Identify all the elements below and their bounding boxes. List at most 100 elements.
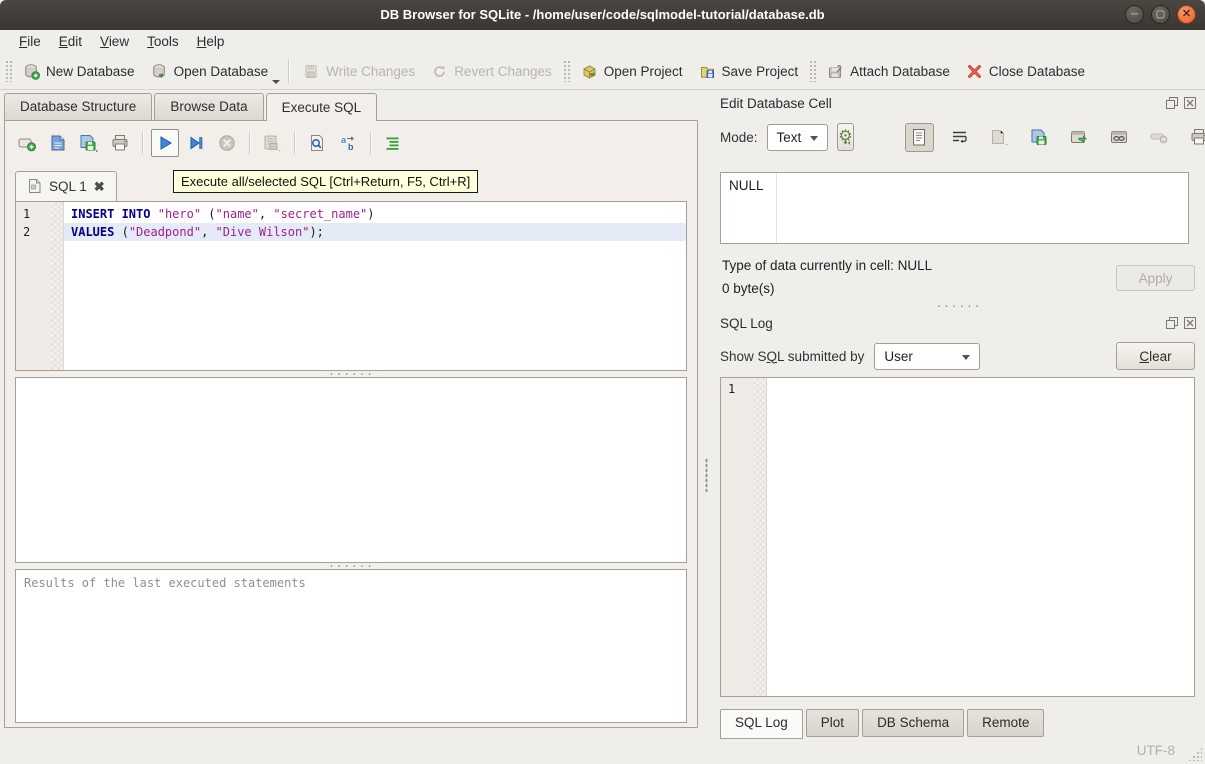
new-sql-tab-button[interactable] bbox=[13, 129, 41, 157]
sql-log-title: SQL Log bbox=[720, 316, 1165, 331]
results-grid[interactable] bbox=[15, 377, 687, 563]
execute-sql-panel: ab SQL 1 ✖ Execute all/selected SQL [Ctr… bbox=[4, 120, 698, 728]
tab-browse-data[interactable]: Browse Data bbox=[154, 93, 263, 120]
svg-text:b: b bbox=[348, 142, 354, 152]
sql-editor[interactable]: 1INSERT INTO "hero" ("name", "secret_nam… bbox=[15, 201, 687, 371]
save-as-icon bbox=[1029, 128, 1049, 147]
bottom-tabbar: SQL Log Plot DB Schema Remote bbox=[720, 709, 1047, 737]
submitted-by-select[interactable]: User bbox=[874, 343, 980, 370]
cell-value-editor[interactable]: NULL bbox=[720, 172, 1189, 244]
toolbar-drag-handle[interactable] bbox=[809, 60, 816, 82]
auto-apply-button[interactable]: ⚙ bbox=[837, 123, 853, 151]
tab-remote[interactable]: Remote bbox=[967, 709, 1044, 737]
set-null-button[interactable] bbox=[1145, 123, 1174, 152]
execute-current-line-button[interactable] bbox=[182, 129, 210, 157]
open-database-icon bbox=[151, 63, 168, 80]
execute-sql-button[interactable] bbox=[151, 129, 179, 157]
tab-database-structure[interactable]: Database Structure bbox=[4, 93, 152, 120]
edit-cell-title: Edit Database Cell bbox=[720, 96, 1165, 111]
main-tabbar: Database Structure Browse Data Execute S… bbox=[0, 90, 702, 120]
edit-cell-header: Edit Database Cell bbox=[720, 94, 1197, 112]
float-panel-icon[interactable] bbox=[1165, 96, 1179, 110]
save-project-button[interactable]: Save Project bbox=[691, 59, 807, 84]
save-results-button[interactable] bbox=[258, 129, 286, 157]
sql-code-line[interactable]: 1INSERT INTO "hero" ("name", "secret_nam… bbox=[16, 205, 686, 223]
import-data-button[interactable] bbox=[985, 123, 1014, 152]
open-database-dropdown-caret[interactable] bbox=[272, 80, 280, 84]
open-project-icon bbox=[581, 63, 598, 80]
tab-plot[interactable]: Plot bbox=[806, 709, 859, 737]
resize-grip[interactable] bbox=[1188, 747, 1202, 761]
close-panel-icon[interactable] bbox=[1183, 96, 1197, 110]
toolbar-drag-handle[interactable] bbox=[5, 60, 12, 82]
minimize-button[interactable]: ─ bbox=[1125, 5, 1144, 24]
main-area: Database Structure Browse Data Execute S… bbox=[0, 90, 1205, 736]
sql-1-tab[interactable]: SQL 1 ✖ bbox=[15, 171, 117, 201]
text-mode-button[interactable] bbox=[905, 123, 934, 152]
window-controls: ─ ▢ ✕ bbox=[1125, 5, 1196, 24]
log-line-number: 1 bbox=[728, 382, 735, 396]
export-data-button[interactable] bbox=[1025, 123, 1054, 152]
svg-text:a: a bbox=[341, 135, 347, 145]
revert-changes-button[interactable]: Revert Changes bbox=[423, 59, 560, 84]
open-database-button[interactable]: Open Database bbox=[143, 59, 277, 84]
execute-line-icon bbox=[186, 133, 206, 153]
save-sql-file-button[interactable] bbox=[75, 129, 103, 157]
close-database-icon bbox=[966, 63, 983, 80]
filter-label: Show SQL submitted by bbox=[720, 349, 864, 364]
format-sql-button[interactable] bbox=[379, 129, 407, 157]
word-wrap-icon bbox=[950, 128, 969, 146]
mode-label: Mode: bbox=[720, 130, 758, 145]
tab-sql-log[interactable]: SQL Log bbox=[720, 709, 803, 739]
write-changes-button[interactable]: Write Changes bbox=[295, 59, 423, 84]
maximize-button[interactable]: ▢ bbox=[1151, 5, 1170, 24]
menu-file[interactable]: File bbox=[10, 32, 50, 51]
apply-button[interactable]: Apply bbox=[1116, 265, 1195, 291]
printer-icon bbox=[110, 133, 130, 153]
cell-mode-row: Mode: Text ⚙ bbox=[720, 122, 1197, 152]
results-message-box[interactable]: Results of the last executed statements bbox=[15, 569, 687, 723]
tab-db-schema[interactable]: DB Schema bbox=[862, 709, 964, 737]
replace-button[interactable]: ab bbox=[334, 129, 362, 157]
close-tab-icon[interactable]: ✖ bbox=[94, 180, 105, 193]
mode-select[interactable]: Text bbox=[767, 124, 829, 151]
cell-type-info: Type of data currently in cell: NULL bbox=[722, 258, 932, 273]
cell-value: NULL bbox=[729, 178, 764, 193]
save-file-icon bbox=[78, 133, 100, 153]
clear-log-button[interactable]: Clear bbox=[1116, 342, 1195, 370]
toolbar-drag-handle[interactable] bbox=[563, 60, 570, 82]
menu-view[interactable]: View bbox=[91, 32, 138, 51]
sql-file-icon bbox=[27, 178, 42, 194]
new-database-button[interactable]: New Database bbox=[15, 59, 143, 84]
encoding-indicator[interactable]: UTF-8 bbox=[1137, 743, 1175, 758]
attach-database-button[interactable]: Attach Database bbox=[819, 59, 958, 84]
print-sql-button[interactable] bbox=[106, 129, 134, 157]
vertical-splitter[interactable] bbox=[702, 90, 710, 736]
find-button[interactable] bbox=[303, 129, 331, 157]
splitter-handle[interactable]: ······ bbox=[720, 302, 1197, 310]
sql-log-header: SQL Log bbox=[720, 314, 1197, 332]
sql-code-line[interactable]: 2VALUES ("Deadpond", "Dive Wilson"); bbox=[16, 223, 686, 241]
toolbar-separator bbox=[294, 132, 295, 154]
tab-execute-sql[interactable]: Execute SQL bbox=[266, 93, 378, 121]
attach-database-icon bbox=[827, 63, 844, 80]
menu-edit[interactable]: Edit bbox=[50, 32, 91, 51]
stop-execution-button[interactable] bbox=[213, 129, 241, 157]
menu-help[interactable]: Help bbox=[188, 32, 234, 51]
close-window-button[interactable]: ✕ bbox=[1177, 5, 1196, 24]
copy-link-button[interactable] bbox=[1105, 123, 1134, 152]
open-project-button[interactable]: Open Project bbox=[573, 59, 691, 84]
close-panel-icon[interactable] bbox=[1183, 316, 1197, 330]
word-wrap-button[interactable] bbox=[945, 123, 974, 152]
gear-arrow-icon bbox=[841, 138, 850, 147]
line-number-gutter bbox=[721, 378, 753, 696]
sql-tab-row: SQL 1 ✖ Execute all/selected SQL [Ctrl+R… bbox=[5, 165, 697, 201]
print-cell-button[interactable] bbox=[1185, 123, 1205, 152]
statusbar: UTF-8 bbox=[0, 736, 1205, 764]
close-database-button[interactable]: Close Database bbox=[958, 59, 1093, 84]
open-sql-file-button[interactable] bbox=[44, 129, 72, 157]
menu-tools[interactable]: Tools bbox=[138, 32, 188, 51]
sql-log-view[interactable]: 1 bbox=[720, 377, 1195, 697]
float-panel-icon[interactable] bbox=[1165, 316, 1179, 330]
open-in-external-button[interactable] bbox=[1065, 123, 1094, 152]
